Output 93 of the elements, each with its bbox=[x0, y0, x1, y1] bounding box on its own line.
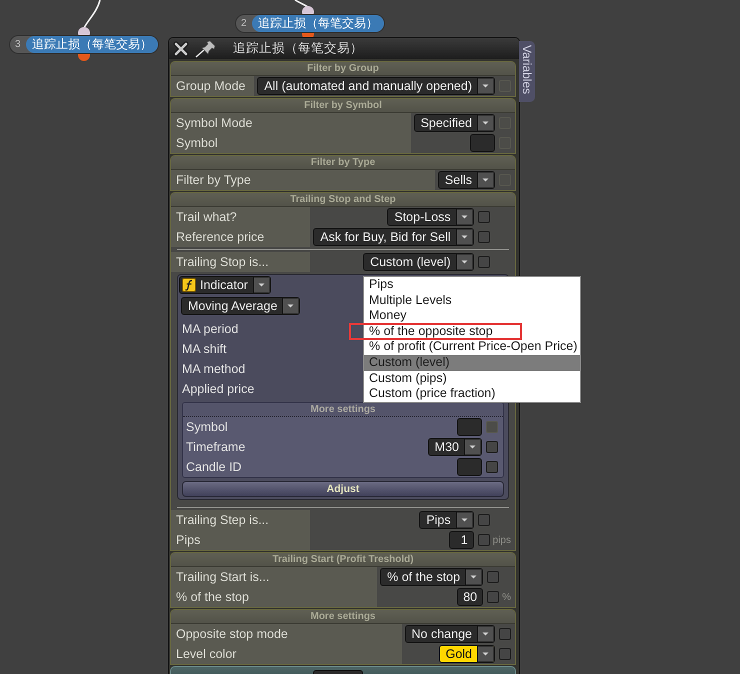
node-number: 3 bbox=[15, 38, 22, 52]
node-pill[interactable]: 2 追踪止损（每笔交易） bbox=[236, 15, 384, 32]
caret-icon bbox=[477, 626, 494, 642]
dropdown[interactable]: Ask for Buy, Bid for Sell bbox=[313, 228, 474, 246]
node-number: 2 bbox=[241, 17, 248, 31]
section-header: Filter by Type bbox=[171, 156, 515, 170]
node-pill[interactable]: 3 追踪止损（每笔交易） bbox=[10, 36, 158, 53]
input-field[interactable]: 1 bbox=[448, 531, 474, 549]
field-label: Symbol bbox=[186, 420, 228, 434]
field-label: Applied price bbox=[182, 382, 254, 396]
dropdown[interactable]: Pips bbox=[419, 511, 474, 529]
pin-icon[interactable] bbox=[195, 40, 217, 58]
checkbox[interactable] bbox=[478, 231, 490, 243]
caret-icon bbox=[477, 172, 494, 188]
window-title: 追踪止损（每笔交易） bbox=[233, 40, 363, 57]
caret-icon bbox=[464, 439, 481, 455]
field-label: MA period bbox=[182, 322, 238, 336]
checkbox[interactable] bbox=[487, 591, 500, 603]
field-label: Symbol Mode bbox=[171, 113, 411, 133]
section-header: Trailing Stop and Step bbox=[171, 193, 515, 207]
unit-label: % bbox=[501, 592, 511, 602]
input-field[interactable] bbox=[470, 134, 495, 152]
caret-icon bbox=[477, 78, 494, 94]
section-header: Trailing Start (Profit Treshold) bbox=[171, 553, 515, 567]
field-label: Trail what? bbox=[171, 207, 310, 227]
checkbox[interactable] bbox=[499, 628, 511, 640]
dropdown[interactable]: Indicator bbox=[179, 276, 271, 294]
field-label: MA method bbox=[182, 362, 246, 376]
dropdown-option[interactable]: Money bbox=[364, 308, 580, 324]
field-label: Candle ID bbox=[186, 460, 242, 474]
caret-icon bbox=[477, 646, 494, 662]
caret-icon bbox=[465, 569, 482, 585]
adjust-button[interactable]: Adjust bbox=[182, 481, 504, 497]
dropdown[interactable]: Moving Average bbox=[181, 297, 300, 315]
dropdown-option[interactable]: Pips bbox=[364, 277, 580, 293]
field-label: Timeframe bbox=[186, 440, 246, 454]
dropdown[interactable]: All (automated and manually opened) bbox=[257, 77, 495, 95]
checkbox[interactable] bbox=[478, 256, 490, 268]
input-field[interactable] bbox=[457, 458, 482, 476]
function-icon bbox=[182, 278, 196, 292]
field-label: Opposite stop mode bbox=[171, 624, 402, 644]
checkbox[interactable] bbox=[478, 534, 490, 546]
section-header: Filter by Group bbox=[171, 62, 515, 76]
field-label: % of the stop bbox=[171, 587, 378, 607]
dropdown-option[interactable]: Multiple Levels bbox=[364, 292, 580, 308]
node-title: 追踪止损（每笔交易） bbox=[26, 36, 158, 53]
field-label: Pips bbox=[171, 530, 310, 550]
section-header: More settings bbox=[171, 610, 515, 624]
dropdown-option[interactable]: Custom (pips) bbox=[364, 370, 580, 386]
field-label: Trailing Start is... bbox=[171, 567, 378, 587]
field-label: Trailing Stop is... bbox=[171, 252, 310, 272]
dropdown-option[interactable]: % of profit (Current Price-Open Price) bbox=[364, 339, 580, 355]
unit-label: pips bbox=[492, 534, 511, 546]
checkbox[interactable] bbox=[478, 514, 490, 526]
connector-line bbox=[83, 0, 101, 28]
node-title: 追踪止损（每笔交易） bbox=[252, 15, 384, 32]
dropdown-option[interactable]: Custom (price fraction) bbox=[364, 386, 580, 402]
dropdown[interactable]: Stop-Loss bbox=[387, 208, 474, 226]
caret-icon bbox=[456, 229, 473, 245]
dropdown[interactable]: No change bbox=[404, 625, 495, 643]
caret-icon bbox=[456, 209, 473, 225]
checkbox[interactable] bbox=[478, 211, 490, 223]
section-header: Filter by Symbol bbox=[171, 99, 515, 113]
checkbox[interactable] bbox=[499, 648, 511, 660]
field-label: Level color bbox=[171, 644, 402, 664]
dropdown-option[interactable]: Custom (level) bbox=[364, 354, 580, 371]
connector-line bbox=[294, 0, 308, 8]
checkbox[interactable] bbox=[486, 441, 498, 453]
field-label: MA shift bbox=[182, 342, 226, 356]
caret-icon bbox=[477, 115, 494, 131]
caret-icon bbox=[282, 298, 300, 314]
checkbox[interactable] bbox=[487, 571, 500, 583]
field-label: Filter by Type bbox=[171, 170, 435, 190]
field-label: Trailing Step is... bbox=[171, 510, 310, 530]
caret-icon bbox=[252, 277, 270, 293]
caret-icon bbox=[456, 512, 473, 528]
input-field[interactable] bbox=[457, 418, 482, 436]
checkbox[interactable] bbox=[486, 461, 498, 473]
dropdown[interactable]: Specified bbox=[414, 114, 495, 132]
close-icon[interactable] bbox=[173, 40, 189, 56]
input-field[interactable]: 80 bbox=[457, 588, 484, 606]
variables-tab[interactable]: Variables bbox=[519, 41, 535, 102]
dropdown-option[interactable]: % of the opposite stop bbox=[364, 324, 580, 340]
dropdown[interactable]: % of the stop bbox=[380, 568, 484, 586]
section-header: More settings bbox=[183, 403, 503, 417]
field-label: Group Mode bbox=[171, 76, 254, 96]
dropdown[interactable]: Sells bbox=[438, 171, 495, 189]
field-label: Symbol bbox=[171, 133, 411, 153]
dropdown[interactable]: Custom (level) bbox=[363, 253, 474, 271]
dropdown[interactable]: M30 bbox=[428, 438, 482, 456]
field-label: Reference price bbox=[171, 227, 310, 247]
dropdown[interactable]: Gold bbox=[438, 645, 495, 663]
caret-icon bbox=[456, 254, 473, 270]
